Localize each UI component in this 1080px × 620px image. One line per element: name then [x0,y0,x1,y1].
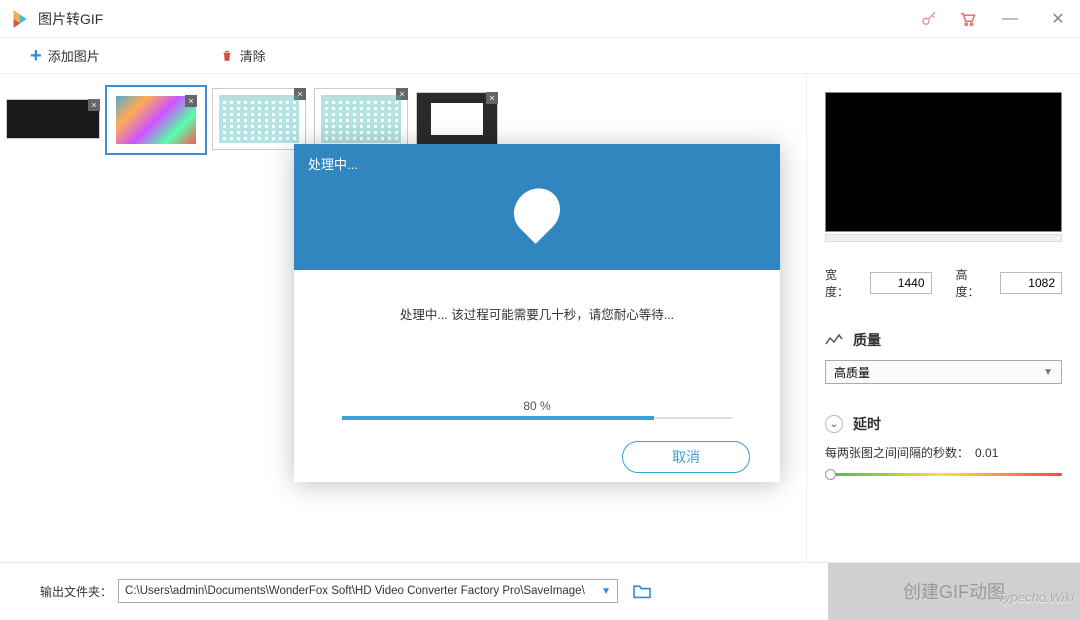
cart-icon[interactable] [958,10,976,28]
delay-section: ⌄ 延时 每两张图之间间隔的秒数：0.01 [825,414,1062,481]
output-folder-label: 输出文件夹： [40,583,112,600]
settings-panel: 宽度： 高度： 质量 高质量 ▼ ⌄ 延时 每两张图之间间隔的秒 [806,74,1080,561]
dropdown-arrow-icon: ▼ [1043,367,1053,378]
quality-label: 质量 [853,330,881,350]
close-button[interactable]: ✕ [1044,9,1072,29]
thumb-item[interactable]: × [212,88,306,150]
trash-icon [220,48,234,63]
height-label: 高度： [956,266,991,300]
app-logo-icon [8,8,30,30]
height-input[interactable] [1000,272,1062,294]
slider-track [825,473,1062,476]
processing-modal: 处理中... 处理中... 该过程可能需要几十秒，请您耐心等待... 80 % … [294,144,780,482]
delay-value: 0.01 [975,446,998,460]
preview-box [825,92,1062,232]
key-icon[interactable] [920,10,938,28]
watermark-text: Typecho.Wiki [997,590,1074,605]
width-input[interactable] [870,272,932,294]
modal-header: 处理中... [294,144,780,270]
bottom-bar: 输出文件夹： C:\Users\admin\Documents\WonderFo… [0,562,1080,619]
delay-header: ⌄ 延时 [825,414,1062,434]
preview-scrollbar[interactable] [825,234,1062,242]
dimensions-row: 宽度： 高度： [825,266,1062,300]
thumb-item[interactable]: × [6,99,100,139]
plus-icon: + [30,46,42,66]
slider-knob[interactable] [825,469,836,480]
cancel-button[interactable]: 取消 [622,441,750,473]
modal-message: 处理中... 该过程可能需要几十秒，请您耐心等待... [400,304,674,323]
progress-bar: 80 % [342,399,732,419]
thumb-close-icon[interactable]: × [396,88,408,100]
add-image-button[interactable]: + 添加图片 [30,46,100,66]
output-path-text: C:\Users\admin\Documents\WonderFox Soft\… [125,585,585,597]
quality-dropdown[interactable]: 高质量 ▼ [825,360,1062,384]
thumbnail-list: × × × × × [6,88,800,152]
thumb-close-icon[interactable]: × [486,92,498,104]
window-title: 图片转GIF [38,9,103,29]
progress-track [342,417,732,419]
progress-percent: 80 % [342,399,732,413]
open-folder-button[interactable] [632,583,652,599]
add-image-label: 添加图片 [48,46,100,65]
thumb-close-icon[interactable]: × [185,95,197,107]
thumb-item[interactable]: × [108,88,204,152]
thumb-close-icon[interactable]: × [294,88,306,100]
output-path-dropdown[interactable]: C:\Users\admin\Documents\WonderFox Soft\… [118,579,618,603]
minimize-button[interactable]: — [996,10,1024,28]
modal-body: 处理中... 该过程可能需要几十秒，请您耐心等待... 80 % 取消 [294,270,780,482]
quality-icon [825,333,843,347]
titlebar-actions: — ✕ [920,9,1072,29]
width-label: 宽度： [825,266,860,300]
quality-header: 质量 [825,330,1062,350]
quality-value: 高质量 [834,364,870,381]
toolbar: + 添加图片 清除 [0,38,1080,74]
quality-section: 质量 高质量 ▼ [825,330,1062,384]
clear-button[interactable]: 清除 [220,46,266,65]
drop-icon [504,179,569,244]
thumb-item[interactable]: × [314,88,408,150]
dropdown-arrow-icon: ▼ [601,586,611,597]
clear-label: 清除 [240,46,266,65]
progress-fill [342,416,654,420]
modal-title: 处理中... [308,154,766,173]
titlebar: 图片转GIF — ✕ [0,0,1080,38]
delay-slider[interactable] [825,467,1062,481]
chevron-down-icon[interactable]: ⌄ [825,415,843,433]
delay-label: 延时 [853,414,881,434]
thumb-close-icon[interactable]: × [88,99,100,111]
delay-description: 每两张图之间间隔的秒数：0.01 [825,444,1062,461]
thumb-item[interactable]: × [416,92,498,146]
